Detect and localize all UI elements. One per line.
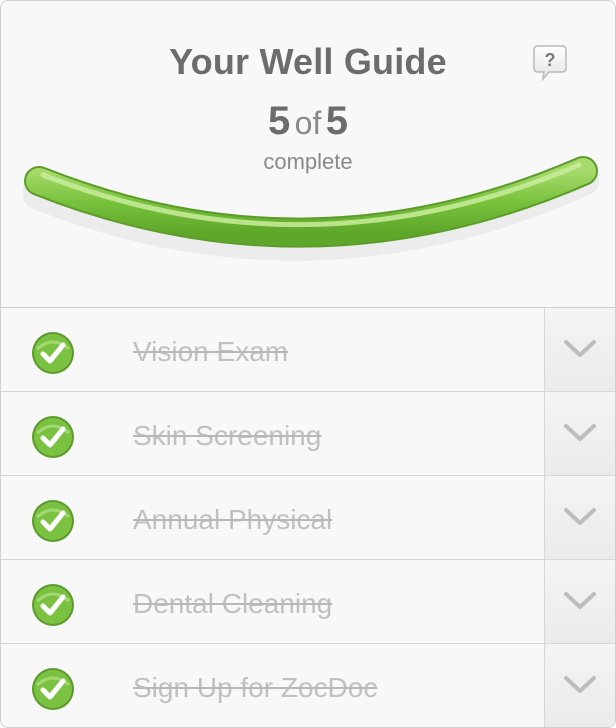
expand-button[interactable] xyxy=(544,560,615,643)
completion-count: 5 of 5 xyxy=(1,99,615,144)
task-row[interactable]: Sign Up for ZocDoc xyxy=(1,644,615,727)
well-guide-card: Your Well Guide ? 5 of 5 complete Vision… xyxy=(0,0,616,728)
completed-number: 5 xyxy=(267,99,291,143)
task-label: Sign Up for ZocDoc xyxy=(133,672,378,703)
chevron-down-icon xyxy=(564,508,596,525)
task-list: Vision Exam Skin Screening Annual Physic… xyxy=(1,308,615,727)
chevron-down-icon xyxy=(564,424,596,441)
check-circle-icon xyxy=(32,332,74,374)
task-row[interactable]: Vision Exam xyxy=(1,308,615,392)
check-circle-icon xyxy=(32,584,74,626)
help-icon[interactable]: ? xyxy=(533,45,567,82)
task-label: Dental Cleaning xyxy=(133,588,333,619)
chevron-down-icon xyxy=(564,676,596,693)
check-circle-icon xyxy=(32,668,74,710)
task-row[interactable]: Annual Physical xyxy=(1,476,615,560)
task-label: Skin Screening xyxy=(133,420,322,451)
expand-button[interactable] xyxy=(544,392,615,475)
of-label: of xyxy=(294,105,322,141)
expand-button[interactable] xyxy=(544,308,615,391)
task-row[interactable]: Skin Screening xyxy=(1,392,615,476)
task-label: Annual Physical xyxy=(133,504,333,535)
expand-button[interactable] xyxy=(544,476,615,559)
task-label: Vision Exam xyxy=(133,336,289,367)
total-number: 5 xyxy=(325,99,349,143)
check-circle-icon xyxy=(32,416,74,458)
guide-header: Your Well Guide ? 5 of 5 complete xyxy=(1,1,615,308)
progress-arc xyxy=(23,156,599,261)
chevron-down-icon xyxy=(564,340,596,357)
chevron-down-icon xyxy=(564,592,596,609)
question-bubble-icon: ? xyxy=(533,45,567,82)
expand-button[interactable] xyxy=(544,644,615,727)
guide-title: Your Well Guide xyxy=(169,41,447,82)
check-circle-icon xyxy=(32,500,74,542)
svg-text:?: ? xyxy=(545,50,556,70)
task-row[interactable]: Dental Cleaning xyxy=(1,560,615,644)
